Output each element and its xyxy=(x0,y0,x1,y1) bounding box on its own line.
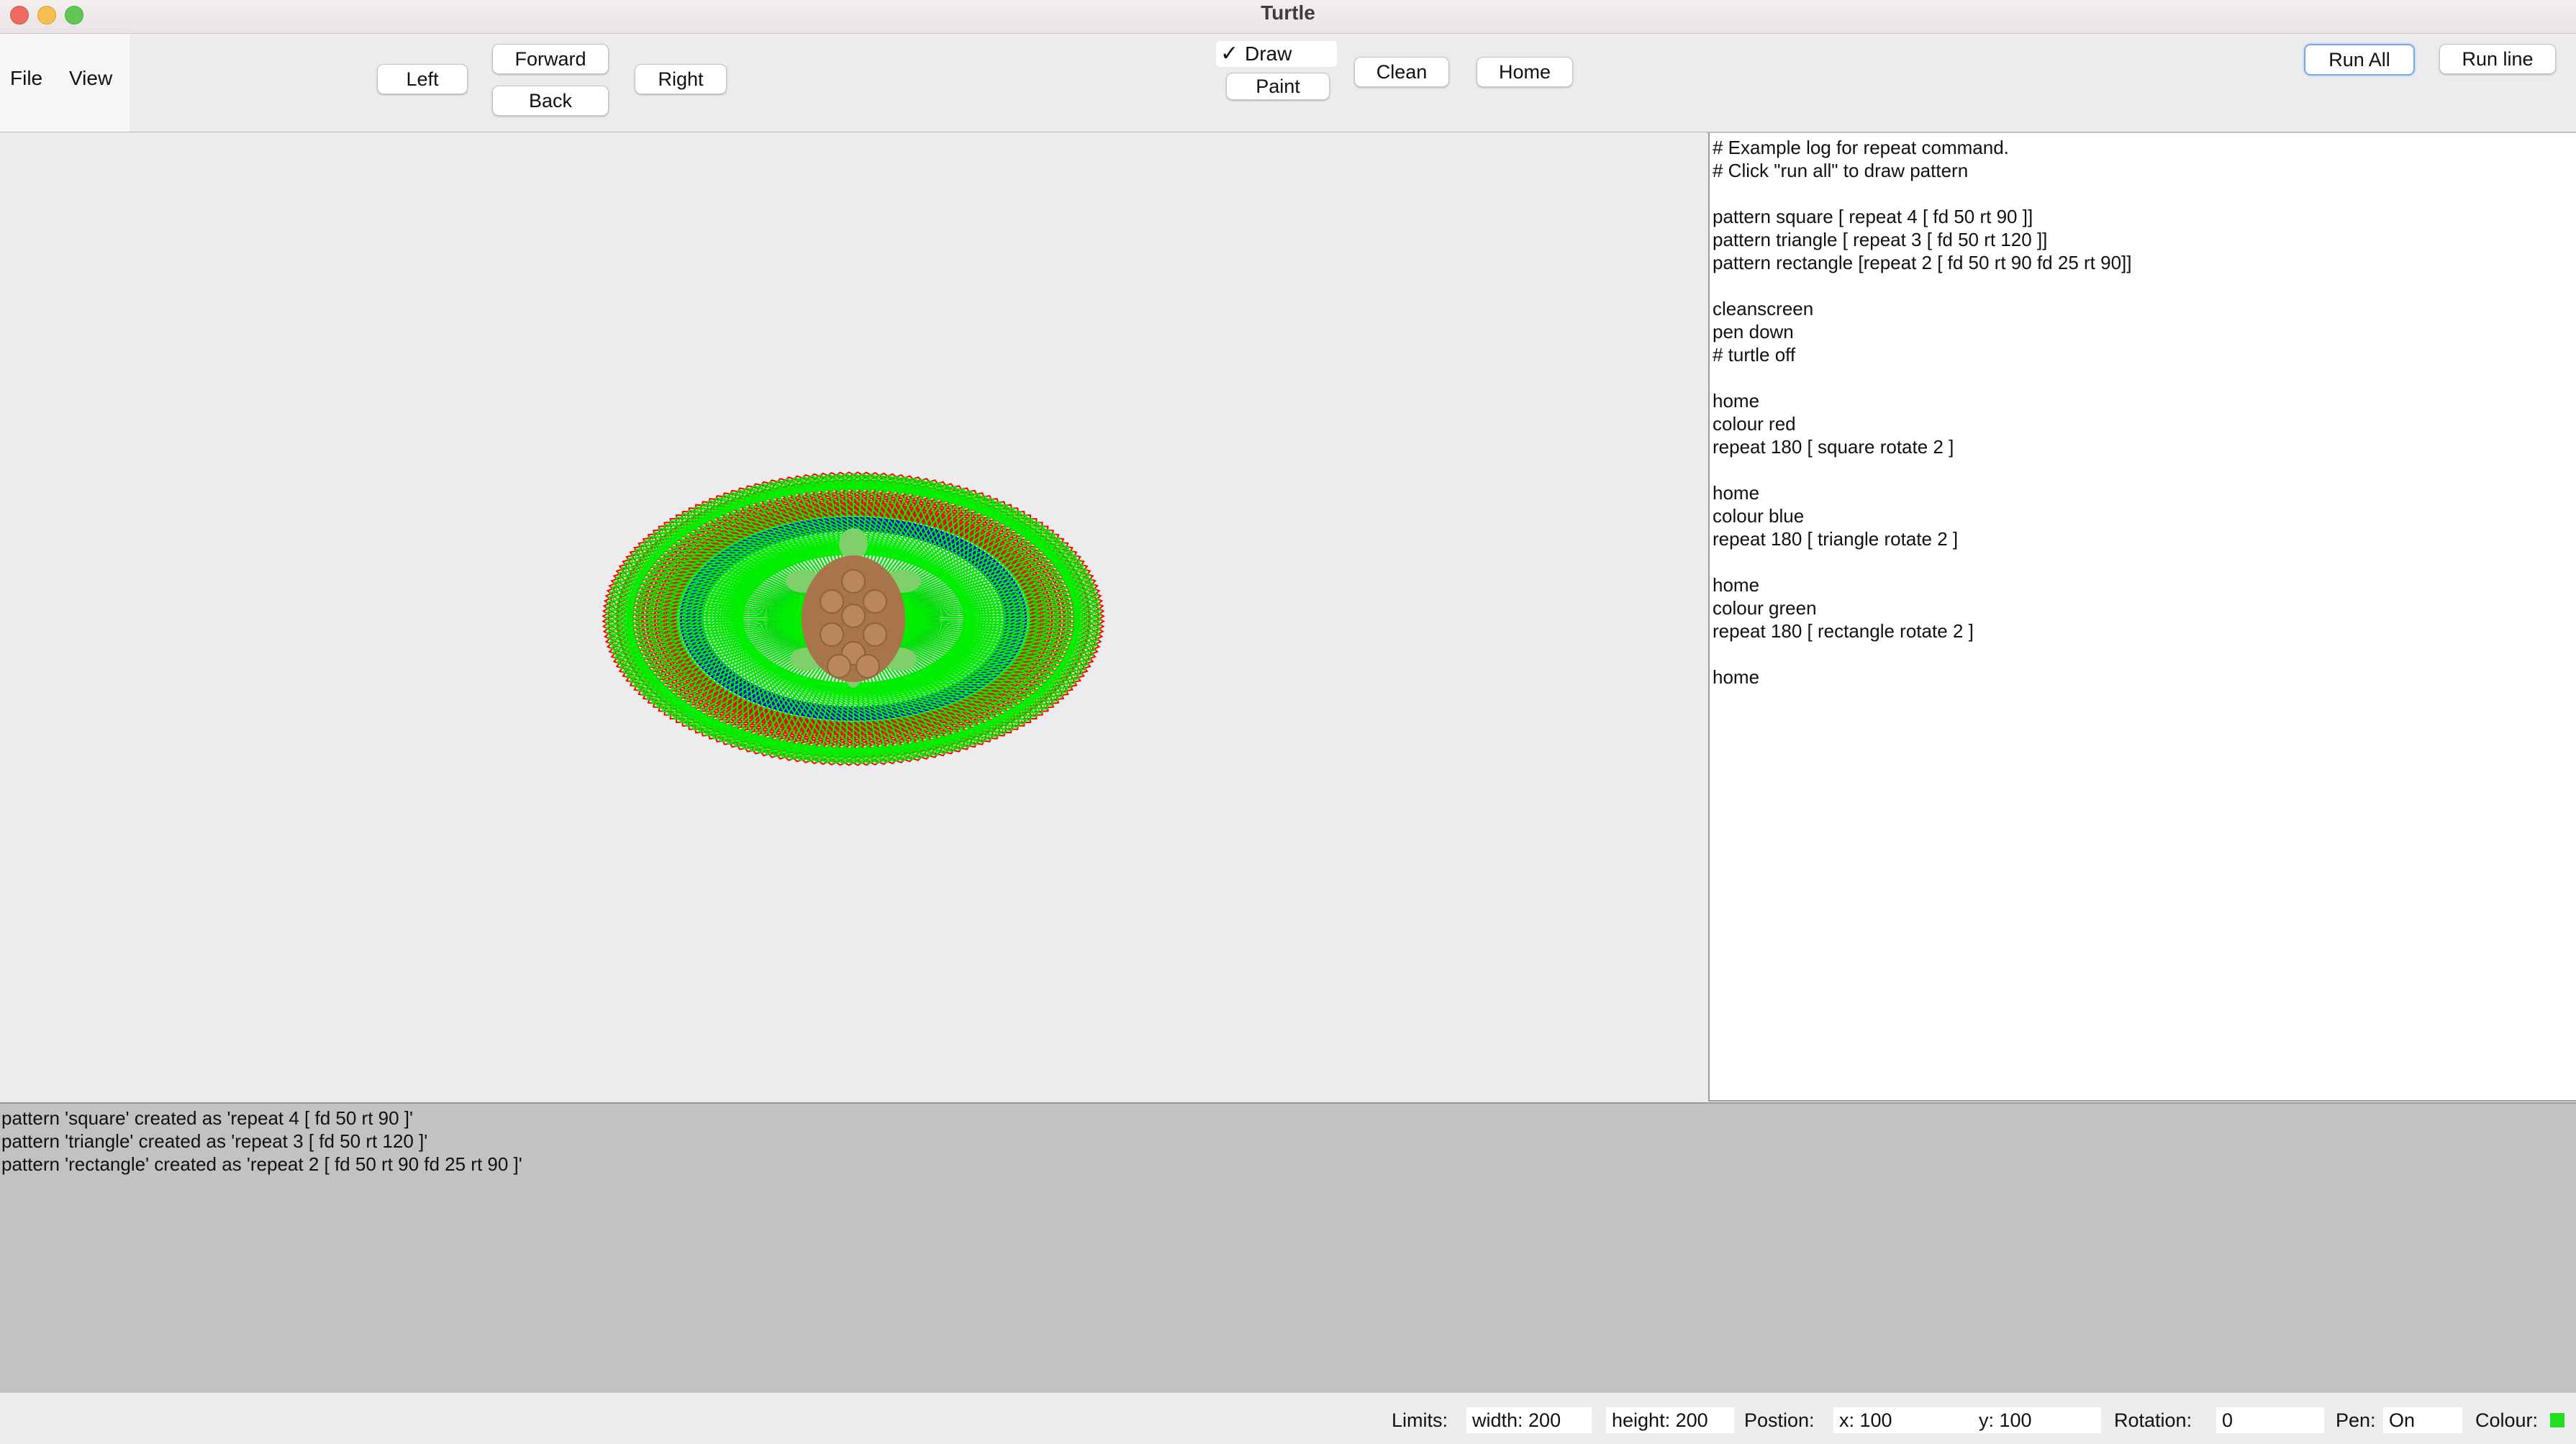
code-line: pen down xyxy=(1713,321,1794,342)
menu-file[interactable]: File xyxy=(10,67,42,90)
forward-button[interactable]: Forward xyxy=(492,44,609,74)
checkmark-icon: ✓ xyxy=(1220,42,1239,65)
code-line: pattern square [ repeat 4 [ fd 50 rt 90 … xyxy=(1713,206,2033,227)
code-line: home xyxy=(1713,574,1760,596)
pen-field: On xyxy=(2383,1407,2462,1433)
back-button[interactable]: Back xyxy=(492,86,609,116)
code-line: repeat 180 [ square rotate 2 ] xyxy=(1713,436,1954,458)
code-line: pattern rectangle [repeat 2 [ fd 50 rt 9… xyxy=(1713,252,2132,273)
status-bar: Limits: width: 200 height: 200 Postion: … xyxy=(0,1392,2576,1444)
pen-label: Pen: xyxy=(2336,1409,2376,1431)
shell-scute xyxy=(820,589,844,614)
clean-button[interactable]: Clean xyxy=(1354,57,1449,87)
shell-scute xyxy=(863,589,887,614)
rotation-label: Rotation: xyxy=(2114,1409,2192,1431)
output-line: pattern 'rectangle' created as 'repeat 2… xyxy=(1,1153,522,1175)
code-line: colour green xyxy=(1713,597,1817,619)
shell-scute xyxy=(841,604,866,628)
limits-height-field: height: 200 xyxy=(1606,1407,1734,1433)
position-y-field: y: 100 xyxy=(1973,1407,2101,1433)
run-line-button[interactable]: Run line xyxy=(2439,44,2556,74)
code-line: pattern triangle [ repeat 3 [ fd 50 rt 1… xyxy=(1713,229,2048,250)
run-all-button[interactable]: Run All xyxy=(2304,44,2415,76)
turtle-drawing xyxy=(602,471,1105,766)
title-bar: Turtle xyxy=(0,0,2576,34)
code-line: cleanscreen xyxy=(1713,298,1814,319)
draw-mode-label: Draw xyxy=(1245,42,1292,65)
paint-mode-button[interactable]: Paint xyxy=(1226,73,1330,100)
right-button[interactable]: Right xyxy=(635,64,727,94)
shell-scute xyxy=(820,622,844,647)
code-line: repeat 180 [ triangle rotate 2 ] xyxy=(1713,528,1959,550)
turtle-head xyxy=(839,528,868,560)
shell-scute xyxy=(841,569,866,594)
shell-scute xyxy=(827,654,851,678)
drawing-canvas[interactable] xyxy=(0,132,1707,1101)
code-editor[interactable]: # Example log for repeat command. # Click… xyxy=(1708,132,2576,1102)
position-label: Postion: xyxy=(1744,1409,1815,1431)
draw-mode-toggle[interactable]: ✓ Draw xyxy=(1216,41,1337,67)
code-line: home xyxy=(1713,666,1760,688)
code-line: repeat 180 [ rectangle rotate 2 ] xyxy=(1713,620,1974,642)
position-x-field: x: 100 xyxy=(1833,1407,1974,1433)
output-line: pattern 'triangle' created as 'repeat 3 … xyxy=(1,1130,428,1152)
shell-scute xyxy=(863,622,887,647)
colour-label: Colour: xyxy=(2475,1409,2539,1431)
limits-label: Limits: xyxy=(1392,1409,1448,1431)
code-line: colour blue xyxy=(1713,505,1805,527)
home-button[interactable]: Home xyxy=(1477,57,1573,87)
output-log: pattern 'square' created as 'repeat 4 [ … xyxy=(0,1102,2576,1393)
left-button[interactable]: Left xyxy=(377,64,468,94)
rotation-field: 0 xyxy=(2216,1407,2324,1433)
colour-swatch xyxy=(2550,1413,2564,1427)
shell-scute xyxy=(856,654,880,678)
output-line: pattern 'square' created as 'repeat 4 [ … xyxy=(1,1107,413,1129)
code-line: home xyxy=(1713,390,1760,412)
code-line: # Example log for repeat command. xyxy=(1713,137,2009,158)
menu-view[interactable]: View xyxy=(69,67,112,90)
limits-width-field: width: 200 xyxy=(1466,1407,1592,1433)
toolbar: File View Left Forward Back Right ✓ Draw… xyxy=(0,34,2576,133)
menu-bar: File View xyxy=(0,34,130,132)
code-line: colour red xyxy=(1713,413,1796,435)
code-line: home xyxy=(1713,482,1760,504)
window-title: Turtle xyxy=(1261,1,1315,24)
code-line: # turtle off xyxy=(1713,344,1796,365)
code-line: # Click "run all" to draw pattern xyxy=(1713,160,1969,181)
